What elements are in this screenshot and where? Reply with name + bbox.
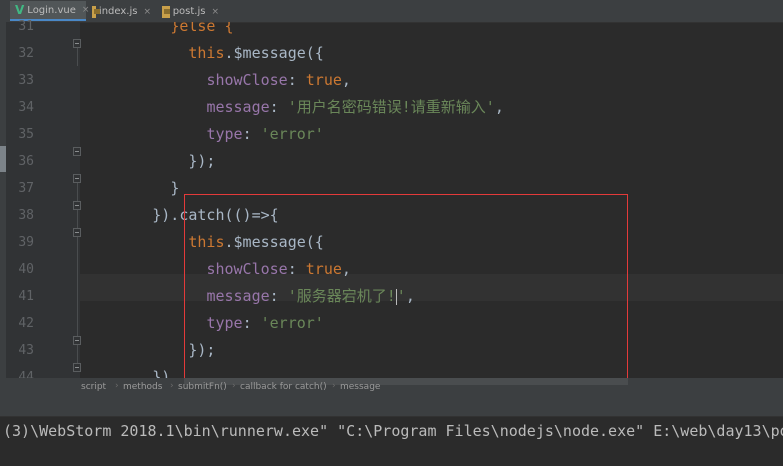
code-token: : [287, 71, 306, 89]
code-token: .$message({ [224, 233, 324, 251]
code-token: }).catch(()=>{ [152, 206, 279, 224]
breadcrumb-item[interactable]: callback for catch() [240, 382, 327, 392]
console-header [0, 398, 783, 417]
code-token: type [206, 125, 243, 143]
code-line[interactable]: message: '用户名密码错误!请重新输入', [80, 94, 504, 121]
console-output-line: (3)\WebStorm 2018.1\bin\runnerw.exe" "C:… [3, 422, 783, 440]
code-token: }); [188, 341, 216, 359]
breadcrumb-separator: › [115, 381, 119, 391]
code-token: .$message({ [224, 44, 324, 62]
code-line[interactable]: } [80, 175, 179, 202]
code-token: : [287, 260, 306, 278]
code-line[interactable]: this.$message({ [80, 40, 324, 67]
line-number: 37 [18, 181, 34, 196]
line-number: 40 [18, 262, 34, 277]
line-number: 32 [18, 46, 34, 61]
code-line[interactable]: showClose: true, [80, 67, 351, 94]
breadcrumb-item[interactable]: script [81, 382, 106, 392]
breadcrumb: script › methods › submitFn() › callback for c… [6, 378, 783, 398]
code-token: message [206, 98, 270, 116]
run-console: (3)\WebStorm 2018.1\bin\runnerw.exe" "C:… [0, 398, 783, 466]
editor-tab-bar: V Login.vue × index.js × post.js × [6, 0, 783, 23]
breadcrumb-separator: › [332, 381, 336, 391]
code-token: this [188, 233, 225, 251]
js-file-icon [162, 5, 170, 18]
code-token: , [494, 98, 504, 116]
code-token: this [188, 44, 225, 62]
code-token: 'error' [260, 125, 324, 143]
line-number: 31 [18, 19, 34, 34]
line-number: 33 [18, 73, 34, 88]
tab-label: post.js [172, 6, 206, 17]
code-token: , [405, 287, 415, 305]
code-token: : [242, 314, 261, 332]
code-token: true [305, 260, 342, 278]
breadcrumb-separator: › [170, 381, 174, 391]
code-token: showClose [206, 260, 288, 278]
tab-post-js[interactable]: post.js × [158, 2, 224, 21]
code-token: 'error' [260, 314, 324, 332]
breadcrumb-item[interactable]: message [340, 382, 380, 392]
line-number: 42 [18, 316, 34, 331]
close-icon[interactable]: × [211, 7, 219, 17]
code-line[interactable]: }); [80, 148, 215, 175]
code-line[interactable]: message: '服务器宕机了!', [80, 283, 415, 310]
code-line[interactable]: }) [80, 364, 170, 378]
code-token: true [305, 71, 342, 89]
code-token: '用户名密码错误!请重新输入' [287, 98, 495, 116]
code-token: ' [396, 287, 406, 305]
tab-label: index.js [98, 6, 138, 17]
breadcrumb-item[interactable]: submitFn() [178, 382, 227, 392]
code-line[interactable]: this.$message({ [80, 229, 324, 256]
tab-label: Login.vue [27, 4, 76, 16]
code-line[interactable]: type: 'error' [80, 121, 324, 148]
close-icon[interactable]: × [143, 7, 151, 17]
tab-index-js[interactable]: index.js × [88, 2, 156, 21]
line-number: 39 [18, 235, 34, 250]
js-file-icon [92, 5, 100, 18]
code-token: : [269, 98, 288, 116]
line-number: 34 [18, 100, 34, 115]
code-token: : [242, 125, 261, 143]
line-number: 41 [18, 289, 34, 304]
code-token: showClose [206, 71, 288, 89]
code-editor[interactable]: }else { this.$message({ showClose: true,… [80, 22, 783, 378]
code-line[interactable]: }else { [80, 22, 234, 40]
code-token: } [170, 179, 180, 197]
code-line[interactable]: showClose: true, [80, 256, 351, 283]
code-line[interactable]: }).catch(()=>{ [80, 202, 279, 229]
code-token: , [341, 260, 351, 278]
code-token: '服务器宕机了! [287, 287, 396, 305]
code-token: , [341, 71, 351, 89]
line-number: 35 [18, 127, 34, 142]
code-token: }) [152, 368, 171, 378]
breadcrumb-item[interactable]: methods [123, 382, 162, 392]
breadcrumb-separator: › [232, 381, 236, 391]
code-line[interactable]: type: 'error' [80, 310, 324, 337]
code-token: message [206, 287, 270, 305]
line-number: 43 [18, 343, 34, 358]
line-number: 38 [18, 208, 34, 223]
code-token: : [269, 287, 288, 305]
code-line[interactable]: }); [80, 337, 215, 364]
code-token: }); [188, 152, 216, 170]
line-number-gutter: 3132333435363738394041424344 [6, 19, 81, 385]
line-number: 36 [18, 154, 34, 169]
code-token: type [206, 314, 243, 332]
code-token: }else { [170, 22, 234, 35]
